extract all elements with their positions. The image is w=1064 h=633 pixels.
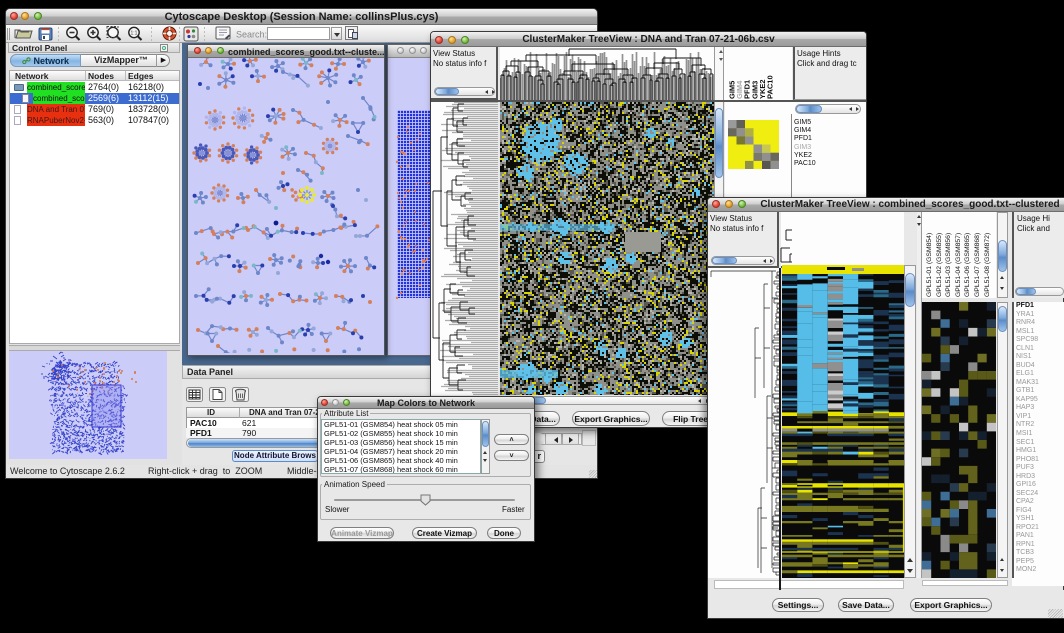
svg-text:GPL51-07 (GSM868): GPL51-07 (GSM868) bbox=[974, 233, 981, 297]
svg-text:GPL51-08 (GSM872): GPL51-08 (GSM872) bbox=[984, 233, 991, 297]
svg-text:GPL51-01 (GSM854): GPL51-01 (GSM854) bbox=[926, 233, 933, 297]
svg-text:GPL51-02 (GSM855): GPL51-02 (GSM855) bbox=[936, 233, 943, 297]
svg-text:GPL51-03 (GSM856): GPL51-03 (GSM856) bbox=[945, 233, 952, 297]
svg-text:GPL51-06 (GSM865): GPL51-06 (GSM865) bbox=[964, 233, 971, 297]
svg-text:Search:: Search: bbox=[236, 30, 267, 40]
svg-text:PAC10: PAC10 bbox=[766, 75, 775, 99]
svg-text:1:1: 1:1 bbox=[131, 31, 138, 37]
svg-text:GPL51-04 (GSM857): GPL51-04 (GSM857) bbox=[955, 233, 962, 297]
